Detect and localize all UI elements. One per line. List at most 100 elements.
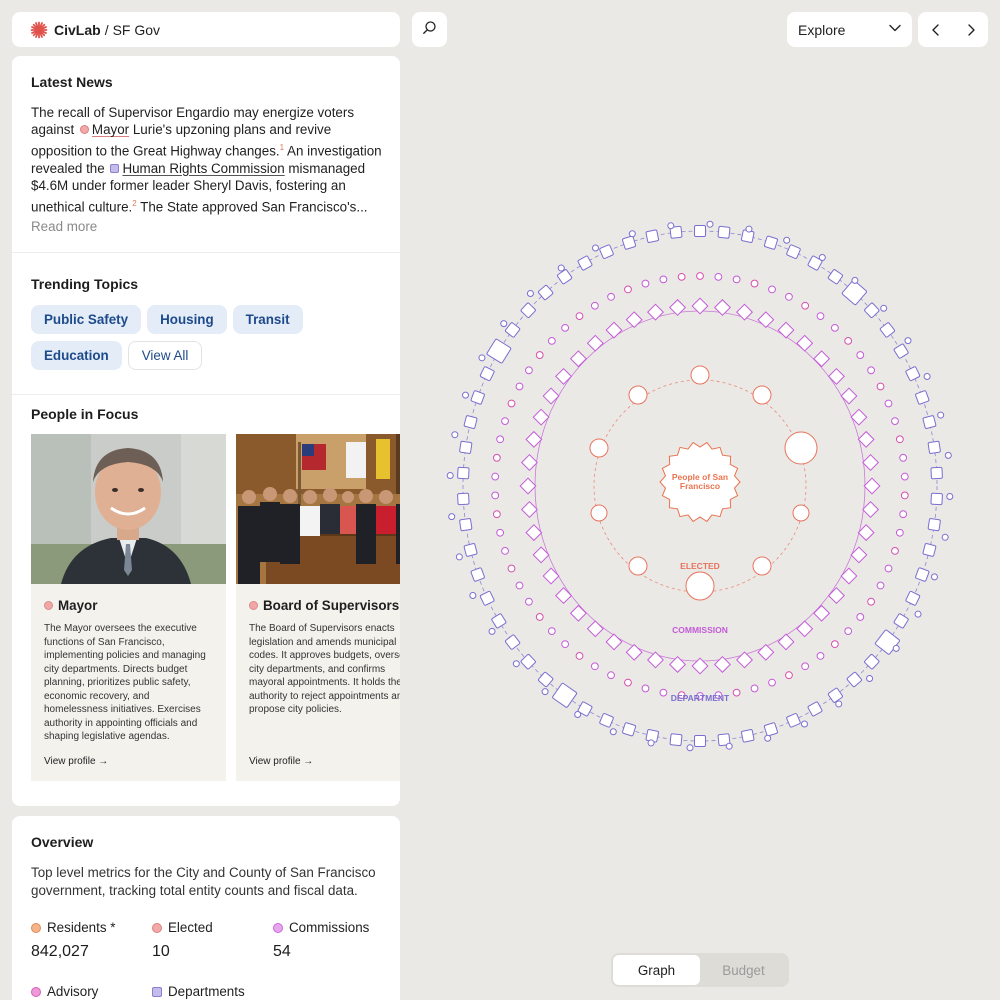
advisory-node[interactable] bbox=[816, 651, 825, 660]
advisory-node[interactable] bbox=[884, 564, 893, 573]
elected-node[interactable] bbox=[690, 365, 710, 385]
commission-node[interactable] bbox=[736, 651, 754, 669]
department-node[interactable] bbox=[457, 466, 470, 480]
advisory-node[interactable] bbox=[844, 336, 853, 345]
topic-chip-education[interactable]: Education bbox=[31, 341, 122, 370]
department-outer-node[interactable] bbox=[725, 742, 733, 750]
advisory-node[interactable] bbox=[575, 651, 584, 660]
metric-advisory[interactable]: Advisory bbox=[31, 984, 151, 1000]
advisory-node[interactable] bbox=[891, 417, 899, 426]
advisory-node[interactable] bbox=[801, 662, 810, 671]
department-node[interactable] bbox=[763, 722, 778, 737]
advisory-node[interactable] bbox=[732, 275, 741, 284]
department-node[interactable] bbox=[905, 366, 921, 382]
commission-node[interactable] bbox=[813, 350, 831, 368]
department-node[interactable] bbox=[763, 235, 778, 250]
department-node[interactable] bbox=[622, 722, 637, 737]
department-outer-node[interactable] bbox=[592, 244, 600, 252]
entity-link-human-rights-commission[interactable]: Human Rights Commission bbox=[122, 161, 284, 176]
department-outer-node[interactable] bbox=[835, 700, 843, 708]
commission-node[interactable] bbox=[796, 620, 814, 638]
advisory-node[interactable] bbox=[899, 510, 908, 519]
department-node[interactable] bbox=[915, 390, 930, 405]
elected-node[interactable] bbox=[628, 556, 648, 576]
department-node[interactable] bbox=[930, 492, 943, 506]
advisory-node[interactable] bbox=[884, 399, 893, 408]
advisory-node[interactable] bbox=[768, 678, 776, 687]
department-outer-node[interactable] bbox=[783, 236, 791, 244]
department-outer-node[interactable] bbox=[667, 222, 675, 230]
commission-node[interactable] bbox=[605, 321, 623, 339]
department-outer-node[interactable] bbox=[946, 492, 954, 500]
department-outer-node[interactable] bbox=[574, 711, 582, 719]
department-node[interactable] bbox=[463, 415, 478, 429]
department-outer-node[interactable] bbox=[609, 728, 617, 736]
advisory-node[interactable] bbox=[900, 491, 909, 500]
breadcrumb-context[interactable]: SF Gov bbox=[113, 22, 160, 38]
department-outer-node[interactable] bbox=[866, 675, 874, 683]
advisory-node[interactable] bbox=[561, 640, 570, 649]
advisory-node[interactable] bbox=[876, 581, 885, 590]
advisory-node[interactable] bbox=[844, 627, 853, 636]
advisory-node[interactable] bbox=[496, 435, 505, 444]
commission-node[interactable] bbox=[862, 501, 880, 518]
department-outer-node[interactable] bbox=[628, 230, 636, 238]
department-node[interactable] bbox=[846, 671, 863, 688]
advisory-node[interactable] bbox=[590, 662, 599, 671]
view-profile-link[interactable]: View profile → bbox=[44, 756, 213, 767]
department-node[interactable] bbox=[504, 634, 521, 650]
metric-elected[interactable]: Elected 10 bbox=[152, 920, 272, 961]
advisory-node[interactable] bbox=[547, 627, 556, 636]
department-outer-node[interactable] bbox=[446, 472, 454, 480]
commission-node[interactable] bbox=[519, 477, 537, 495]
department-outer-node[interactable] bbox=[944, 451, 952, 459]
topic-chip-public-safety[interactable]: Public Safety bbox=[31, 305, 142, 334]
commission-node[interactable] bbox=[713, 299, 731, 317]
advisory-node[interactable] bbox=[507, 564, 516, 573]
advisory-node[interactable] bbox=[507, 399, 516, 408]
department-outer-node[interactable] bbox=[764, 734, 772, 742]
department-node[interactable] bbox=[520, 654, 536, 670]
commission-node[interactable] bbox=[569, 604, 587, 622]
department-outer-node[interactable] bbox=[462, 391, 470, 399]
advisory-node[interactable] bbox=[491, 491, 500, 500]
commission-node[interactable] bbox=[586, 620, 604, 638]
department-node[interactable] bbox=[459, 440, 473, 454]
advisory-node[interactable] bbox=[515, 382, 524, 391]
advisory-node[interactable] bbox=[535, 351, 544, 359]
department-outer-node[interactable] bbox=[706, 220, 714, 228]
commission-node[interactable] bbox=[555, 367, 573, 385]
department-node[interactable] bbox=[552, 682, 578, 708]
commission-node[interactable] bbox=[520, 501, 538, 518]
advisory-node[interactable] bbox=[575, 312, 584, 321]
department-node[interactable] bbox=[599, 713, 614, 728]
commission-node[interactable] bbox=[840, 387, 858, 405]
commission-node[interactable] bbox=[646, 651, 664, 669]
commission-node[interactable] bbox=[542, 387, 560, 405]
department-outer-node[interactable] bbox=[800, 720, 808, 728]
metric-commissions[interactable]: Commissions 54 bbox=[273, 920, 393, 961]
tab-budget[interactable]: Budget bbox=[700, 955, 787, 985]
department-node[interactable] bbox=[622, 235, 637, 250]
department-node[interactable] bbox=[463, 543, 478, 557]
department-node[interactable] bbox=[479, 366, 495, 382]
elected-node[interactable] bbox=[792, 504, 810, 522]
department-node[interactable] bbox=[807, 701, 823, 717]
department-node[interactable] bbox=[740, 729, 755, 743]
department-outer-node[interactable] bbox=[818, 253, 826, 261]
department-node[interactable] bbox=[557, 269, 573, 285]
department-outer-node[interactable] bbox=[941, 533, 949, 541]
advisory-node[interactable] bbox=[659, 688, 668, 697]
brand-name[interactable]: CivLab bbox=[54, 22, 101, 38]
department-node[interactable] bbox=[479, 590, 495, 606]
department-node[interactable] bbox=[694, 225, 706, 237]
commission-node[interactable] bbox=[863, 477, 881, 495]
advisory-node[interactable] bbox=[856, 351, 865, 359]
advisory-node[interactable] bbox=[659, 275, 668, 284]
advisory-node[interactable] bbox=[830, 640, 839, 649]
department-outer-node[interactable] bbox=[686, 744, 694, 752]
commission-node[interactable] bbox=[520, 454, 538, 471]
department-outer-node[interactable] bbox=[526, 289, 534, 297]
department-node[interactable] bbox=[520, 302, 536, 319]
department-node[interactable] bbox=[669, 733, 683, 747]
